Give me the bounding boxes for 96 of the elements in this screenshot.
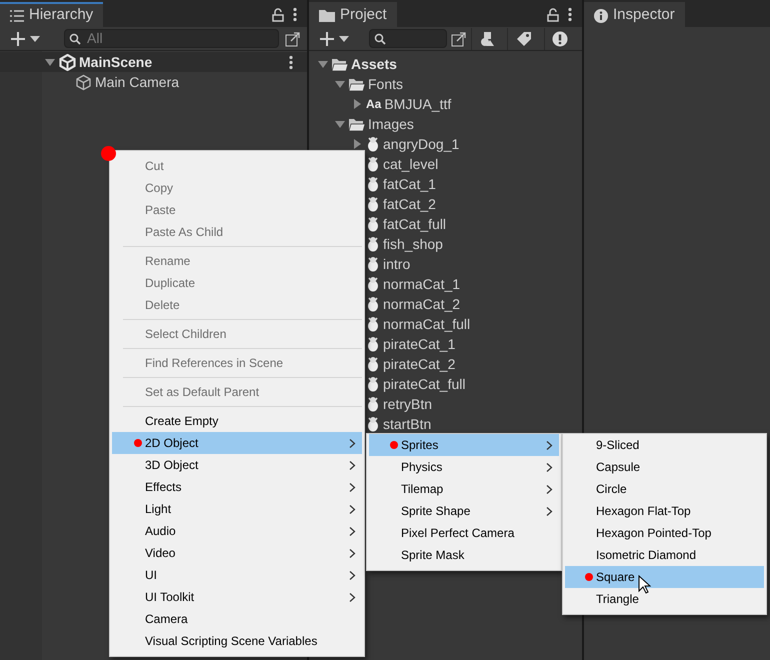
menu-item[interactable]: 2D Object xyxy=(112,432,362,454)
expand-arrow-icon[interactable] xyxy=(351,138,363,150)
sprite-thumbnail-icon xyxy=(366,196,380,212)
asset-name[interactable]: fatCat_2 xyxy=(383,194,436,214)
sprite-thumbnail-icon xyxy=(366,336,380,352)
asset-name[interactable]: fish_shop xyxy=(383,234,443,254)
menu-item[interactable]: Sprite Shape xyxy=(369,500,559,522)
collapse-arrow-icon[interactable] xyxy=(334,78,346,90)
object-name[interactable]: Main Camera xyxy=(95,72,180,92)
asset-name[interactable]: cat_level xyxy=(383,154,438,174)
search-icon xyxy=(374,33,386,45)
font-icon: Aa xyxy=(366,95,382,113)
asset-name[interactable]: angryDog_1 xyxy=(383,134,460,154)
lock-icon[interactable] xyxy=(546,8,560,22)
unity-logo-icon xyxy=(59,54,76,70)
menu-item[interactable]: 3D Object xyxy=(112,454,362,476)
asset-name[interactable]: normaCat_2 xyxy=(383,294,460,314)
sprite-thumbnail-icon xyxy=(366,356,380,372)
asset-name[interactable]: retryBtn xyxy=(383,394,432,414)
folder-icon xyxy=(349,118,365,130)
menu-item[interactable]: Isometric Diamond xyxy=(565,544,764,566)
folder-name[interactable]: Images xyxy=(368,114,414,134)
menu-item[interactable]: Circle xyxy=(565,478,764,500)
menu-item[interactable]: Create Empty xyxy=(112,410,362,432)
asset-name[interactable]: fatCat_full xyxy=(383,214,446,234)
menu-item[interactable]: Audio xyxy=(112,520,362,542)
search-field[interactable]: All xyxy=(64,29,279,48)
sprite-thumbnail-icon xyxy=(366,276,380,292)
menu-item[interactable]: Sprite Mask xyxy=(369,544,559,566)
asset-name[interactable]: pirateCat_2 xyxy=(383,354,456,374)
sprite-thumbnail-icon xyxy=(366,156,380,172)
menu-item[interactable]: Pixel Perfect Camera xyxy=(369,522,559,544)
asset-name[interactable]: intro xyxy=(383,254,410,274)
search-icon xyxy=(69,33,81,45)
sprite-thumbnail-icon xyxy=(366,256,380,272)
menu-item[interactable]: Camera xyxy=(112,608,362,630)
collapse-arrow-icon[interactable] xyxy=(317,58,329,70)
collapse-arrow-icon[interactable] xyxy=(334,118,346,130)
menu-item[interactable]: Physics xyxy=(369,456,559,478)
menu-item[interactable]: Hexagon Flat-Top xyxy=(565,500,764,522)
asset-name[interactable]: pirateCat_full xyxy=(383,374,466,394)
expand-window-icon[interactable] xyxy=(285,30,301,46)
menu-item[interactable]: Effects xyxy=(112,476,362,498)
folder-name[interactable]: Fonts xyxy=(368,74,404,94)
menu-item[interactable]: Tilemap xyxy=(369,478,559,500)
more-options-icon[interactable] xyxy=(293,7,297,22)
plus-icon xyxy=(10,30,26,46)
asset-name[interactable]: fatCat_1 xyxy=(383,174,436,194)
menu-item[interactable]: Square xyxy=(565,566,764,588)
sprite-thumbnail-icon xyxy=(366,316,380,332)
menu-item[interactable]: Capsule xyxy=(565,456,764,478)
mouse-pointer-icon xyxy=(638,575,651,594)
folder-icon xyxy=(319,9,335,22)
sprite-thumbnail-icon xyxy=(366,376,380,392)
sprite-thumbnail-icon xyxy=(366,216,380,232)
tag-icon xyxy=(516,30,532,46)
menu-item[interactable]: Visual Scripting Scene Variables xyxy=(112,630,362,652)
sprite-thumbnail-icon xyxy=(366,176,380,192)
panel-tab[interactable]: Inspector xyxy=(584,2,685,27)
more-options-icon[interactable] xyxy=(289,54,293,70)
menu-item[interactable]: Triangle xyxy=(565,588,764,610)
folder-icon xyxy=(349,78,365,90)
lock-icon[interactable] xyxy=(271,8,285,22)
menu-item[interactable]: Sprites xyxy=(369,434,559,456)
expand-arrow-icon[interactable] xyxy=(351,98,363,110)
search-field[interactable] xyxy=(369,29,448,48)
plus-icon xyxy=(319,30,335,46)
asset-name[interactable]: pirateCat_1 xyxy=(383,334,456,354)
expand-window-icon[interactable] xyxy=(451,30,468,46)
menu-item[interactable]: UI Toolkit xyxy=(112,586,362,608)
menu-item[interactable]: Video xyxy=(112,542,362,564)
sprite-thumbnail-icon xyxy=(366,296,380,312)
folder-name[interactable]: Assets xyxy=(351,54,397,74)
more-options-icon[interactable] xyxy=(568,7,572,22)
sprite-thumbnail-icon xyxy=(366,396,380,412)
collapse-arrow-icon[interactable] xyxy=(44,56,56,68)
folder-icon xyxy=(332,58,348,70)
asset-name[interactable]: normaCat_full xyxy=(383,314,470,334)
asset-name[interactable]: startBtn xyxy=(383,414,432,434)
sprite-thumbnail-icon xyxy=(366,136,380,152)
caret-icon xyxy=(30,36,40,42)
caret-icon xyxy=(339,36,349,42)
filter-by-type-icon xyxy=(480,30,496,46)
cube-icon xyxy=(75,74,92,90)
menu-item[interactable]: Light xyxy=(112,498,362,520)
menu-item[interactable]: Hexagon Pointed-Top xyxy=(565,522,764,544)
asset-name[interactable]: BMJUA_ttf xyxy=(384,94,452,114)
sprite-thumbnail-icon xyxy=(366,236,380,252)
panel-tab[interactable]: Project xyxy=(309,2,397,27)
list-icon xyxy=(10,10,24,22)
menu-item[interactable]: 9-Sliced xyxy=(565,434,764,456)
info-icon xyxy=(594,8,608,22)
panel-tab[interactable]: Hierarchy xyxy=(0,2,104,27)
asset-name[interactable]: normaCat_1 xyxy=(383,274,460,294)
menu-item[interactable]: UI xyxy=(112,564,362,586)
warning-icon xyxy=(552,30,568,46)
